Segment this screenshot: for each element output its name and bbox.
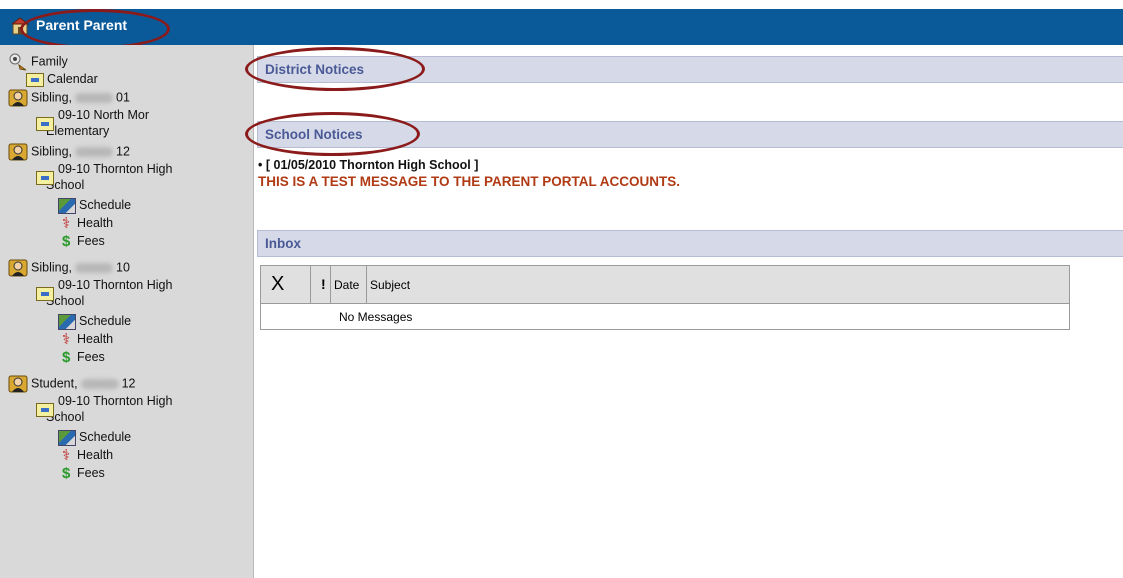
district-notices-header: District Notices — [257, 56, 1123, 83]
health-icon: ⚕ — [62, 214, 71, 232]
date-column-header[interactable]: Date — [334, 278, 359, 292]
dollar-icon: $ — [62, 348, 71, 366]
sidebar-item-label: Health — [77, 332, 114, 346]
student-grade: 01 — [116, 90, 130, 105]
sidebar-student-sibling-12[interactable]: Sibling, 12 — [8, 143, 130, 161]
sidebar-item-label: Schedule — [79, 314, 132, 328]
sidebar-item-schedule[interactable]: Schedule — [58, 197, 131, 214]
notice-message: THIS IS A TEST MESSAGE TO THE PARENT POR… — [258, 174, 681, 189]
column-divider — [366, 266, 367, 304]
inbox-table-header: X ! Date Subject — [260, 265, 1070, 304]
school-name-line1: 09-10 Thornton High — [58, 394, 173, 408]
school-name-line2: School — [46, 294, 85, 308]
redacted-name — [75, 93, 113, 103]
sidebar-item-label: Fees — [77, 234, 105, 248]
sidebar-item-label: Family — [31, 54, 68, 69]
health-icon: ⚕ — [62, 330, 71, 348]
section-title: Inbox — [265, 236, 301, 251]
title-bar: Parent Parent — [0, 0, 1123, 45]
sidebar-item-health[interactable]: ⚕ Health — [62, 215, 113, 232]
sidebar-school-thornton[interactable]: 09-10 Thornton High School — [36, 277, 172, 309]
sidebar-item-health[interactable]: ⚕ Health — [62, 331, 113, 348]
inbox-header: Inbox — [257, 230, 1123, 257]
notice-header: • [ 01/05/2010 Thornton High School ] — [258, 158, 478, 172]
calendar-icon — [26, 72, 44, 87]
sidebar-item-label: Fees — [77, 350, 105, 364]
sidebar-item-label: Fees — [77, 466, 105, 480]
school-name-line1: 09-10 Thornton High — [58, 278, 173, 292]
column-divider — [330, 266, 331, 304]
student-icon — [8, 143, 28, 161]
sidebar-item-label: Health — [77, 216, 114, 230]
title-bar-background — [0, 9, 1123, 45]
sidebar-school-north-mor[interactable]: 09-10 North Mor Elementary — [36, 107, 149, 139]
dollar-icon: $ — [62, 464, 71, 482]
sidebar-student-sibling-01[interactable]: Sibling, 01 — [8, 89, 130, 107]
priority-column-icon[interactable]: ! — [321, 276, 326, 292]
redacted-name — [75, 263, 113, 273]
sidebar-student-sibling-10[interactable]: Sibling, 10 — [8, 259, 130, 277]
student-name: Student, — [31, 376, 78, 391]
school-name-line1: 09-10 Thornton High — [58, 162, 173, 176]
sidebar-item-schedule[interactable]: Schedule — [58, 313, 131, 330]
column-divider — [310, 266, 311, 304]
sidebar-school-thornton[interactable]: 09-10 Thornton High School — [36, 393, 172, 425]
school-icon — [36, 403, 54, 417]
student-icon — [8, 375, 28, 393]
section-title: District Notices — [265, 62, 365, 77]
section-title: School Notices — [265, 127, 363, 142]
bullet-icon: • — [258, 158, 263, 172]
sidebar-item-fees[interactable]: $ Fees — [62, 349, 105, 366]
schedule-icon — [58, 429, 76, 446]
sidebar-item-family[interactable]: Family — [8, 53, 68, 71]
sidebar-item-calendar[interactable]: Calendar — [26, 71, 98, 87]
notice-header-text: [ 01/05/2010 Thornton High School ] — [265, 158, 479, 172]
subject-column-header[interactable]: Subject — [370, 278, 410, 292]
sidebar-item-fees[interactable]: $ Fees — [62, 233, 105, 250]
sidebar-item-fees[interactable]: $ Fees — [62, 465, 105, 482]
school-notices-header: School Notices — [257, 121, 1123, 148]
app-title: Parent Parent — [36, 17, 128, 33]
student-icon — [8, 259, 28, 277]
dollar-icon: $ — [62, 232, 71, 250]
top-strip — [0, 0, 1123, 9]
family-icon — [9, 53, 27, 71]
sidebar-item-label: Schedule — [79, 198, 132, 212]
school-name-line2: School — [46, 178, 85, 192]
student-grade: 12 — [116, 144, 130, 159]
school-icon — [36, 287, 54, 301]
sidebar-item-label: Health — [77, 448, 114, 462]
student-name: Sibling, — [31, 90, 72, 105]
inbox-empty-text: No Messages — [339, 310, 413, 324]
sidebar-school-thornton[interactable]: 09-10 Thornton High School — [36, 161, 172, 193]
app-home-icon — [12, 17, 30, 35]
student-grade: 12 — [121, 376, 136, 391]
student-name: Sibling, — [31, 260, 72, 275]
redacted-name — [75, 147, 113, 157]
sidebar-item-schedule[interactable]: Schedule — [58, 429, 131, 446]
sidebar-student-student-12[interactable]: Student, 12 — [8, 375, 135, 393]
school-name-line2: School — [46, 410, 85, 424]
student-name: Sibling, — [31, 144, 72, 159]
school-icon — [36, 171, 54, 185]
health-icon: ⚕ — [62, 446, 71, 464]
inbox-empty-row: No Messages — [260, 304, 1070, 330]
student-grade: 10 — [116, 260, 130, 275]
schedule-icon — [58, 197, 76, 214]
student-icon — [8, 89, 28, 107]
delete-column-icon[interactable]: X — [271, 273, 284, 296]
sidebar-item-label: Schedule — [79, 430, 132, 444]
schedule-icon — [58, 313, 76, 330]
redacted-name — [80, 379, 119, 389]
sidebar-item-label: Calendar — [47, 72, 98, 86]
sidebar-item-health[interactable]: ⚕ Health — [62, 447, 113, 464]
school-icon — [36, 117, 54, 131]
